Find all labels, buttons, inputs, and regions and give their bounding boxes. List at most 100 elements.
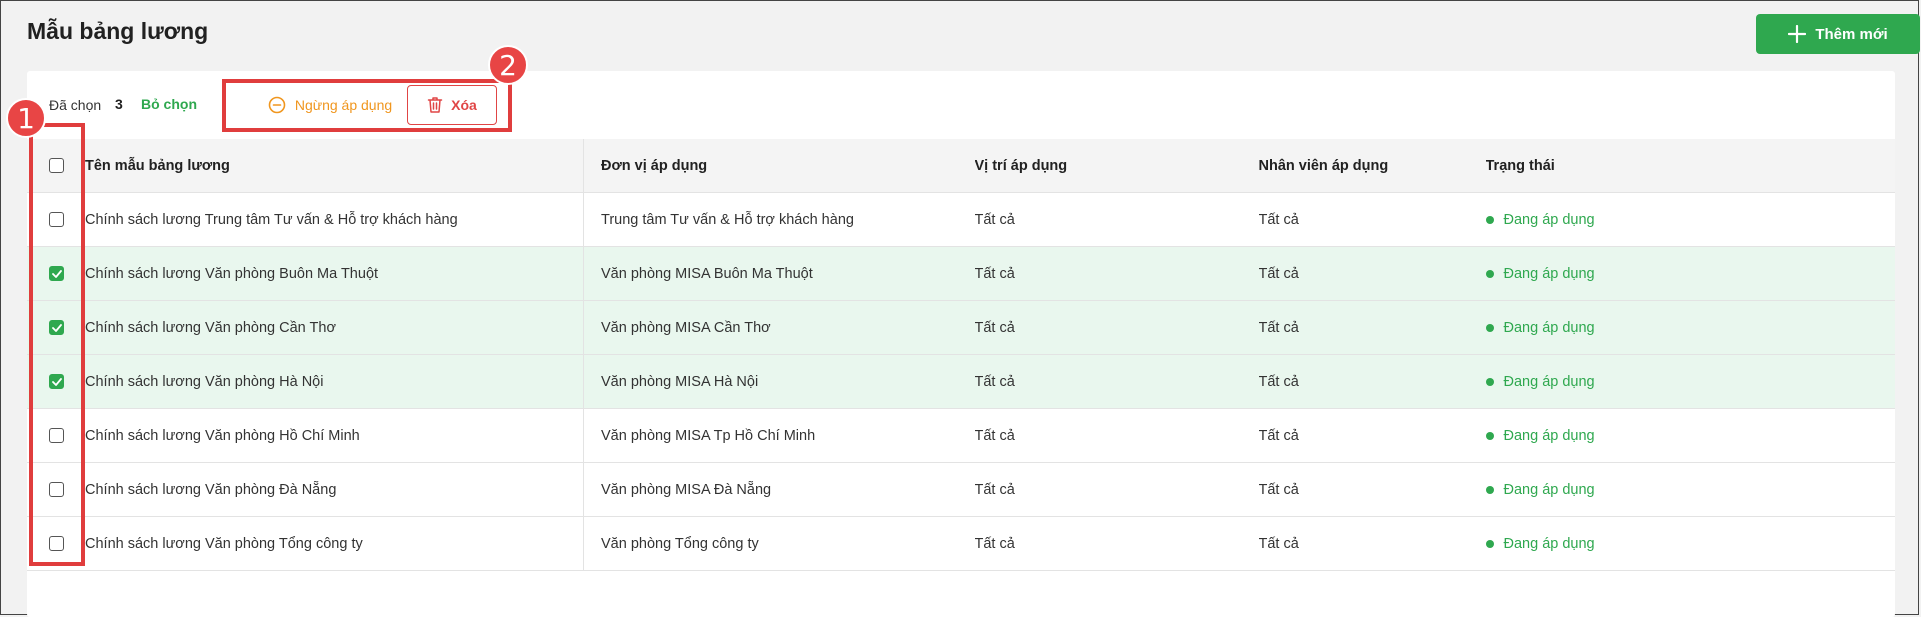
row-checkbox[interactable] bbox=[49, 266, 64, 281]
row-checkbox[interactable] bbox=[49, 428, 64, 443]
template-list-card: Đã chọn 3 Bỏ chọn Ngừng áp dụng Xóa Tên … bbox=[27, 71, 1895, 617]
plus-icon bbox=[1788, 25, 1807, 43]
cell-template-name: Chính sách lương Văn phòng Hà Nội bbox=[85, 354, 584, 409]
cell-position: Tất cả bbox=[974, 246, 1259, 301]
delete-label: Xóa bbox=[451, 97, 477, 113]
unselect-link[interactable]: Bỏ chọn bbox=[141, 96, 197, 112]
table-row[interactable]: Chính sách lương Văn phòng Tổng công ty V… bbox=[27, 516, 1895, 571]
status-dot-icon bbox=[1485, 323, 1494, 332]
check-icon bbox=[51, 377, 62, 386]
cell-status: Đang áp dụng bbox=[1485, 462, 1896, 517]
cell-employee: Tất cả bbox=[1258, 246, 1486, 301]
cell-employee: Tất cả bbox=[1258, 300, 1486, 355]
row-checkbox-cell bbox=[27, 246, 85, 301]
check-icon bbox=[51, 323, 62, 332]
row-checkbox[interactable] bbox=[49, 536, 64, 551]
cell-employee: Tất cả bbox=[1258, 408, 1486, 463]
template-table: Tên mẫu bảng lương Đơn vị áp dụng Vị trí… bbox=[27, 139, 1895, 571]
cell-template-name: Chính sách lương Trung tâm Tư vấn & Hỗ t… bbox=[85, 192, 584, 247]
stop-applying-label: Ngừng áp dụng bbox=[294, 97, 393, 113]
column-header-name[interactable]: Tên mẫu bảng lương bbox=[85, 139, 584, 193]
status-badge: Đang áp dụng bbox=[1485, 481, 1896, 498]
status-label: Đang áp dụng bbox=[1503, 535, 1595, 552]
selected-count: 3 bbox=[115, 96, 123, 112]
check-icon bbox=[51, 269, 62, 278]
row-checkbox[interactable] bbox=[49, 320, 64, 335]
add-new-button[interactable]: Thêm mới bbox=[1756, 14, 1920, 54]
status-badge: Đang áp dụng bbox=[1485, 373, 1896, 390]
column-header-unit[interactable]: Đơn vị áp dụng bbox=[583, 139, 975, 193]
row-checkbox[interactable] bbox=[49, 482, 64, 497]
status-dot-icon bbox=[1485, 215, 1494, 224]
status-dot-icon bbox=[1485, 431, 1494, 440]
cell-employee: Tất cả bbox=[1258, 192, 1486, 247]
row-checkbox[interactable] bbox=[49, 374, 64, 389]
cell-status: Đang áp dụng bbox=[1485, 246, 1896, 301]
cell-status: Đang áp dụng bbox=[1485, 408, 1896, 463]
annotation-badge-1: 1 bbox=[6, 98, 46, 138]
row-checkbox-cell bbox=[27, 300, 85, 355]
table-row[interactable]: Chính sách lương Văn phòng Hà Nội Văn phò… bbox=[27, 354, 1896, 409]
status-label: Đang áp dụng bbox=[1503, 373, 1595, 390]
cell-unit: Trung tâm Tư vấn & Hỗ trợ khách hàng bbox=[583, 192, 975, 247]
cell-position: Tất cả bbox=[974, 462, 1259, 517]
delete-button[interactable]: Xóa bbox=[407, 85, 497, 125]
row-checkbox-cell bbox=[27, 408, 85, 463]
status-dot-icon bbox=[1485, 377, 1494, 386]
column-header-status[interactable]: Trạng thái bbox=[1485, 139, 1895, 193]
row-checkbox-cell bbox=[27, 462, 85, 517]
status-label: Đang áp dụng bbox=[1503, 481, 1595, 498]
cell-employee: Tất cả bbox=[1258, 354, 1486, 409]
table-row[interactable]: Chính sách lương Văn phòng Đà Nẵng Văn ph… bbox=[27, 462, 1896, 517]
cell-unit: Văn phòng MISA Đà Nẵng bbox=[583, 462, 975, 517]
cell-employee: Tất cả bbox=[1258, 516, 1486, 571]
row-checkbox-cell bbox=[27, 354, 85, 409]
cell-status: Đang áp dụng bbox=[1485, 354, 1896, 409]
cell-unit: Văn phòng MISA Cần Thơ bbox=[583, 300, 975, 355]
minus-circle-icon bbox=[268, 96, 286, 114]
select-all-checkbox[interactable] bbox=[49, 158, 64, 173]
cell-template-name: Chính sách lương Văn phòng Tổng công ty bbox=[85, 516, 584, 571]
selected-label: Đã chọn bbox=[49, 97, 102, 113]
column-header-position[interactable]: Vị trí áp dụng bbox=[974, 139, 1259, 193]
add-new-label: Thêm mới bbox=[1815, 25, 1888, 43]
row-checkbox-cell bbox=[27, 516, 85, 571]
cell-unit: Văn phòng MISA Hà Nội bbox=[583, 354, 975, 409]
cell-status: Đang áp dụng bbox=[1485, 300, 1896, 355]
column-header-employee[interactable]: Nhân viên áp dụng bbox=[1258, 139, 1486, 193]
trash-icon bbox=[427, 97, 443, 113]
status-dot-icon bbox=[1485, 539, 1494, 548]
table-header-row: Tên mẫu bảng lương Đơn vị áp dụng Vị trí… bbox=[27, 139, 1895, 193]
table-row[interactable]: Chính sách lương Trung tâm Tư vấn & Hỗ t… bbox=[27, 192, 1895, 247]
page-title: Mẫu bảng lương bbox=[27, 18, 209, 44]
cell-template-name: Chính sách lương Văn phòng Hồ Chí Minh bbox=[85, 408, 584, 463]
annotation-badge-2: 2 bbox=[488, 45, 528, 85]
table-row[interactable]: Chính sách lương Văn phòng Cần Thơ Văn ph… bbox=[27, 300, 1896, 355]
cell-position: Tất cả bbox=[974, 516, 1259, 571]
selection-bar: Đã chọn 3 Bỏ chọn Ngừng áp dụng Xóa bbox=[27, 71, 1895, 139]
status-badge: Đang áp dụng bbox=[1485, 320, 1896, 336]
cell-template-name: Chính sách lương Văn phòng Cần Thơ bbox=[85, 300, 584, 355]
cell-unit: Văn phòng MISA Buôn Ma Thuột bbox=[583, 246, 975, 301]
cell-position: Tất cả bbox=[974, 408, 1259, 463]
status-dot-icon bbox=[1485, 485, 1494, 494]
cell-unit: Văn phòng MISA Tp Hồ Chí Minh bbox=[583, 408, 975, 463]
cell-unit: Văn phòng Tổng công ty bbox=[583, 516, 975, 571]
cell-position: Tất cả bbox=[974, 192, 1259, 247]
status-label: Đang áp dụng bbox=[1503, 211, 1595, 228]
cell-employee: Tất cả bbox=[1258, 462, 1486, 517]
cell-position: Tất cả bbox=[974, 354, 1259, 409]
cell-status: Đang áp dụng bbox=[1485, 192, 1895, 247]
stop-applying-button[interactable]: Ngừng áp dụng bbox=[235, 85, 425, 125]
status-badge: Đang áp dụng bbox=[1485, 265, 1896, 282]
row-checkbox[interactable] bbox=[49, 212, 64, 227]
select-all-cell bbox=[27, 139, 85, 193]
status-badge: Đang áp dụng bbox=[1485, 427, 1896, 444]
cell-template-name: Chính sách lương Văn phòng Buôn Ma Thuột bbox=[85, 246, 584, 301]
cell-status: Đang áp dụng bbox=[1485, 516, 1895, 571]
table-row[interactable]: Chính sách lương Văn phòng Buôn Ma Thuột… bbox=[27, 246, 1896, 301]
cell-template-name: Chính sách lương Văn phòng Đà Nẵng bbox=[85, 462, 584, 517]
table-row[interactable]: Chính sách lương Văn phòng Hồ Chí Minh Vă… bbox=[27, 408, 1896, 463]
status-label: Đang áp dụng bbox=[1503, 265, 1595, 282]
status-label: Đang áp dụng bbox=[1503, 427, 1595, 444]
